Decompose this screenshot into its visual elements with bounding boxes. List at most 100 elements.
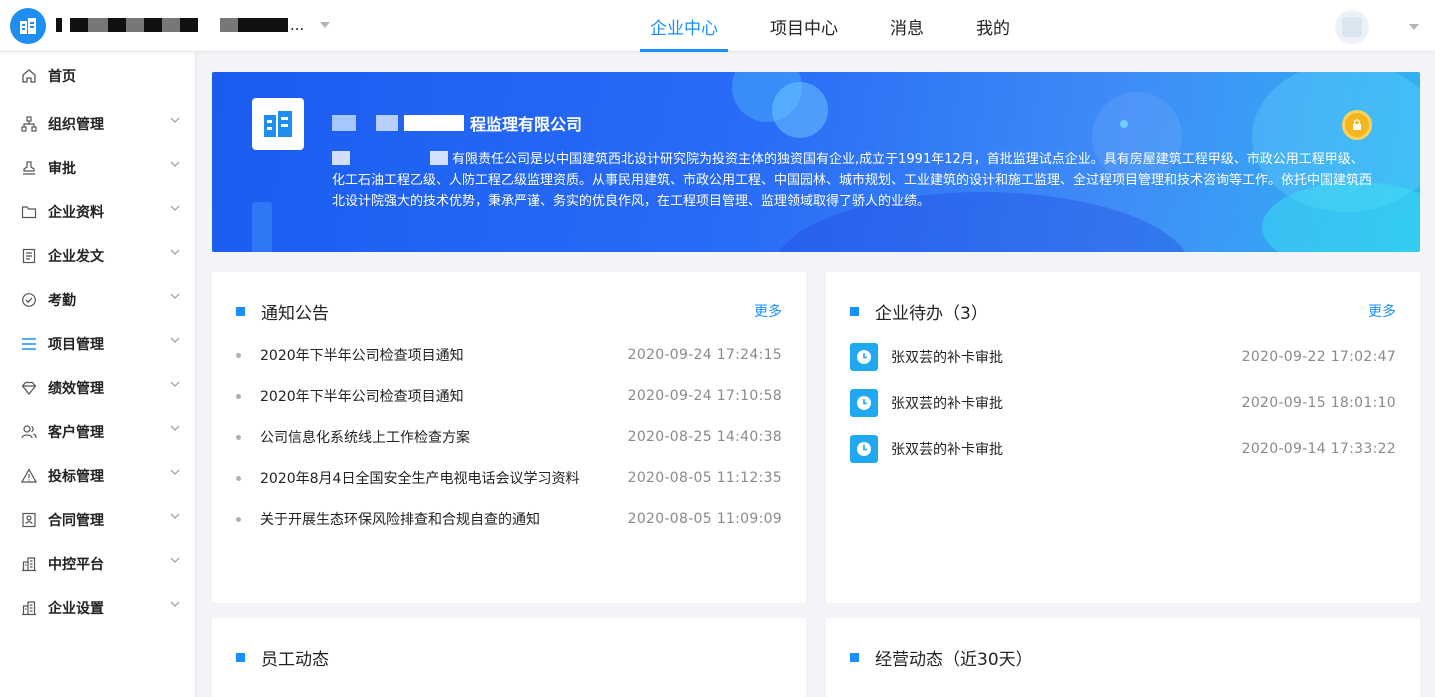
sidebar-item-customers[interactable]: 客户管理: [0, 410, 196, 454]
sidebar-item-enterprise-settings[interactable]: 企业设置: [0, 586, 196, 630]
sidebar-item-label: 合同管理: [48, 513, 104, 529]
todo-title: 张双芸的补卡审批: [891, 350, 1003, 366]
warning-triangle-icon: [20, 467, 38, 485]
org-chart-icon: [20, 115, 38, 133]
todo-title: 张双芸的补卡审批: [891, 442, 1003, 458]
sidebar-item-label: 企业资料: [48, 205, 104, 221]
org-switcher[interactable]: ...: [56, 14, 331, 36]
list-item[interactable]: 张双芸的补卡审批 2020-09-22 17:02:47: [850, 343, 1396, 371]
folder-icon: [20, 203, 38, 221]
contract-icon: [20, 511, 38, 529]
banner-decoration: [252, 202, 272, 252]
tab-enterprise-center[interactable]: 企业中心: [640, 0, 728, 52]
list-item[interactable]: 张双芸的补卡审批 2020-09-14 17:33:22: [850, 435, 1396, 463]
sidebar-item-approval[interactable]: 审批: [0, 146, 196, 190]
avatar[interactable]: [1335, 10, 1369, 44]
clock-icon: [850, 435, 878, 463]
more-link[interactable]: 更多: [1368, 301, 1396, 321]
list-item[interactable]: 关于开展生态环保风险排查和合规自查的通知 2020-08-05 11:09:09: [236, 508, 782, 530]
sidebar-item-enterprise-docs[interactable]: 企业资料: [0, 190, 196, 234]
chevron-down-icon: [170, 293, 180, 299]
building-settings-icon: [20, 599, 38, 617]
notice-title: 公司信息化系统线上工作检查方案: [260, 430, 470, 446]
user-menu[interactable]: [1335, 10, 1419, 44]
square-bullet-icon: [236, 306, 245, 316]
list-icon: [20, 335, 38, 353]
sidebar-item-control-platform[interactable]: 中控平台: [0, 542, 196, 586]
bullet-dot-icon: [236, 434, 241, 440]
chevron-down-icon: [170, 513, 180, 519]
sidebar-item-bidding[interactable]: 投标管理: [0, 454, 196, 498]
building-icon: [20, 555, 38, 573]
chevron-down-icon[interactable]: [1409, 24, 1419, 30]
list-item[interactable]: 张双芸的补卡审批 2020-09-15 18:01:10: [850, 389, 1396, 417]
sidebar-item-label: 客户管理: [48, 425, 104, 441]
card-title: 通知公告: [261, 303, 329, 324]
chevron-down-icon: [170, 557, 180, 563]
notice-title: 2020年8月4日全国安全生产电视电话会议学习资料: [260, 471, 580, 487]
todos-card: 企业待办（3） 更多 张双芸的补卡审批 2020-09-22 17:02:47 …: [826, 272, 1420, 603]
chevron-down-icon: [170, 469, 180, 475]
tab-mine[interactable]: 我的: [966, 0, 1020, 52]
sidebar-item-enterprise-dispatch[interactable]: 企业发文: [0, 234, 196, 278]
more-link[interactable]: 更多: [754, 301, 782, 321]
banner-decoration: [1120, 120, 1128, 128]
sidebar-item-label: 项目管理: [48, 337, 104, 353]
sidebar-item-label: 中控平台: [48, 557, 104, 573]
list-item[interactable]: 2020年下半年公司检查项目通知 2020-09-24 17:24:15: [236, 344, 782, 366]
tab-messages[interactable]: 消息: [880, 0, 934, 52]
company-name: 程监理有限公司: [332, 112, 582, 134]
card-header: 员工动态: [236, 646, 782, 670]
chevron-down-icon[interactable]: [320, 22, 331, 28]
business-activity-card: 经营动态（近30天）: [826, 618, 1420, 697]
card-title: 企业待办（3）: [875, 303, 988, 324]
list-item[interactable]: 公司信息化系统线上工作检查方案 2020-08-25 14:40:38: [236, 426, 782, 448]
lock-badge-icon: [1342, 110, 1372, 140]
list-item[interactable]: 2020年下半年公司检查项目通知 2020-09-24 17:10:58: [236, 385, 782, 407]
notice-time: 2020-08-05 11:09:09: [627, 511, 782, 527]
stamp-icon: [20, 159, 38, 177]
sidebar-item-attendance[interactable]: 考勤: [0, 278, 196, 322]
notice-title: 2020年下半年公司检查项目通知: [260, 348, 464, 364]
check-badge-icon: [20, 291, 38, 309]
bullet-dot-icon: [236, 516, 241, 522]
app-logo[interactable]: [10, 8, 46, 44]
tab-project-center[interactable]: 项目中心: [760, 0, 848, 52]
main-nav: 企业中心 项目中心 消息 我的: [640, 0, 1052, 52]
chevron-down-icon: [170, 381, 180, 387]
sidebar-item-performance[interactable]: 绩效管理: [0, 366, 196, 410]
company-name-visible: 程监理有限公司: [470, 115, 583, 134]
sidebar-item-org[interactable]: 组织管理: [0, 102, 196, 146]
banner-decoration: [772, 82, 828, 138]
notice-title: 2020年下半年公司检查项目通知: [260, 389, 464, 405]
sidebar-item-label: 企业设置: [48, 601, 104, 617]
card-header: 经营动态（近30天）: [850, 646, 1396, 670]
card-header: 企业待办（3） 更多: [850, 300, 1396, 324]
todo-time: 2020-09-15 18:01:10: [1241, 395, 1396, 411]
notice-time: 2020-09-24 17:24:15: [627, 347, 782, 363]
card-title: 经营动态（近30天）: [875, 649, 1033, 670]
sidebar: 首页 组织管理 审批 企业资料 企业发文 考勤 项目管理 绩效管理 客户管理 投…: [0, 52, 196, 697]
sidebar-item-home[interactable]: 首页: [0, 54, 196, 98]
sidebar-item-label: 首页: [48, 69, 76, 85]
sidebar-item-project-management[interactable]: 项目管理: [0, 322, 196, 366]
staff-activity-card: 员工动态: [212, 618, 806, 697]
company-description: 有限责任公司是以中国建筑西北设计研究院为投资主体的独资国有企业,成立于1991年…: [332, 149, 1372, 212]
todo-time: 2020-09-14 17:33:22: [1241, 441, 1396, 457]
notice-time: 2020-09-24 17:10:58: [627, 388, 782, 404]
list-item[interactable]: 2020年8月4日全国安全生产电视电话会议学习资料 2020-08-05 11:…: [236, 467, 782, 489]
square-bullet-icon: [850, 306, 859, 316]
todo-time: 2020-09-22 17:02:47: [1241, 349, 1396, 365]
notice-time: 2020-08-05 11:12:35: [627, 470, 782, 486]
sidebar-item-label: 考勤: [48, 293, 76, 309]
card-title: 员工动态: [261, 649, 329, 670]
users-icon: [20, 423, 38, 441]
bullet-dot-icon: [236, 475, 241, 481]
chevron-down-icon: [170, 117, 180, 123]
sidebar-item-contracts[interactable]: 合同管理: [0, 498, 196, 542]
square-bullet-icon: [236, 652, 245, 662]
chevron-down-icon: [170, 601, 180, 607]
chevron-down-icon: [170, 425, 180, 431]
company-logo: [252, 98, 304, 150]
org-name-redacted: [56, 18, 288, 32]
